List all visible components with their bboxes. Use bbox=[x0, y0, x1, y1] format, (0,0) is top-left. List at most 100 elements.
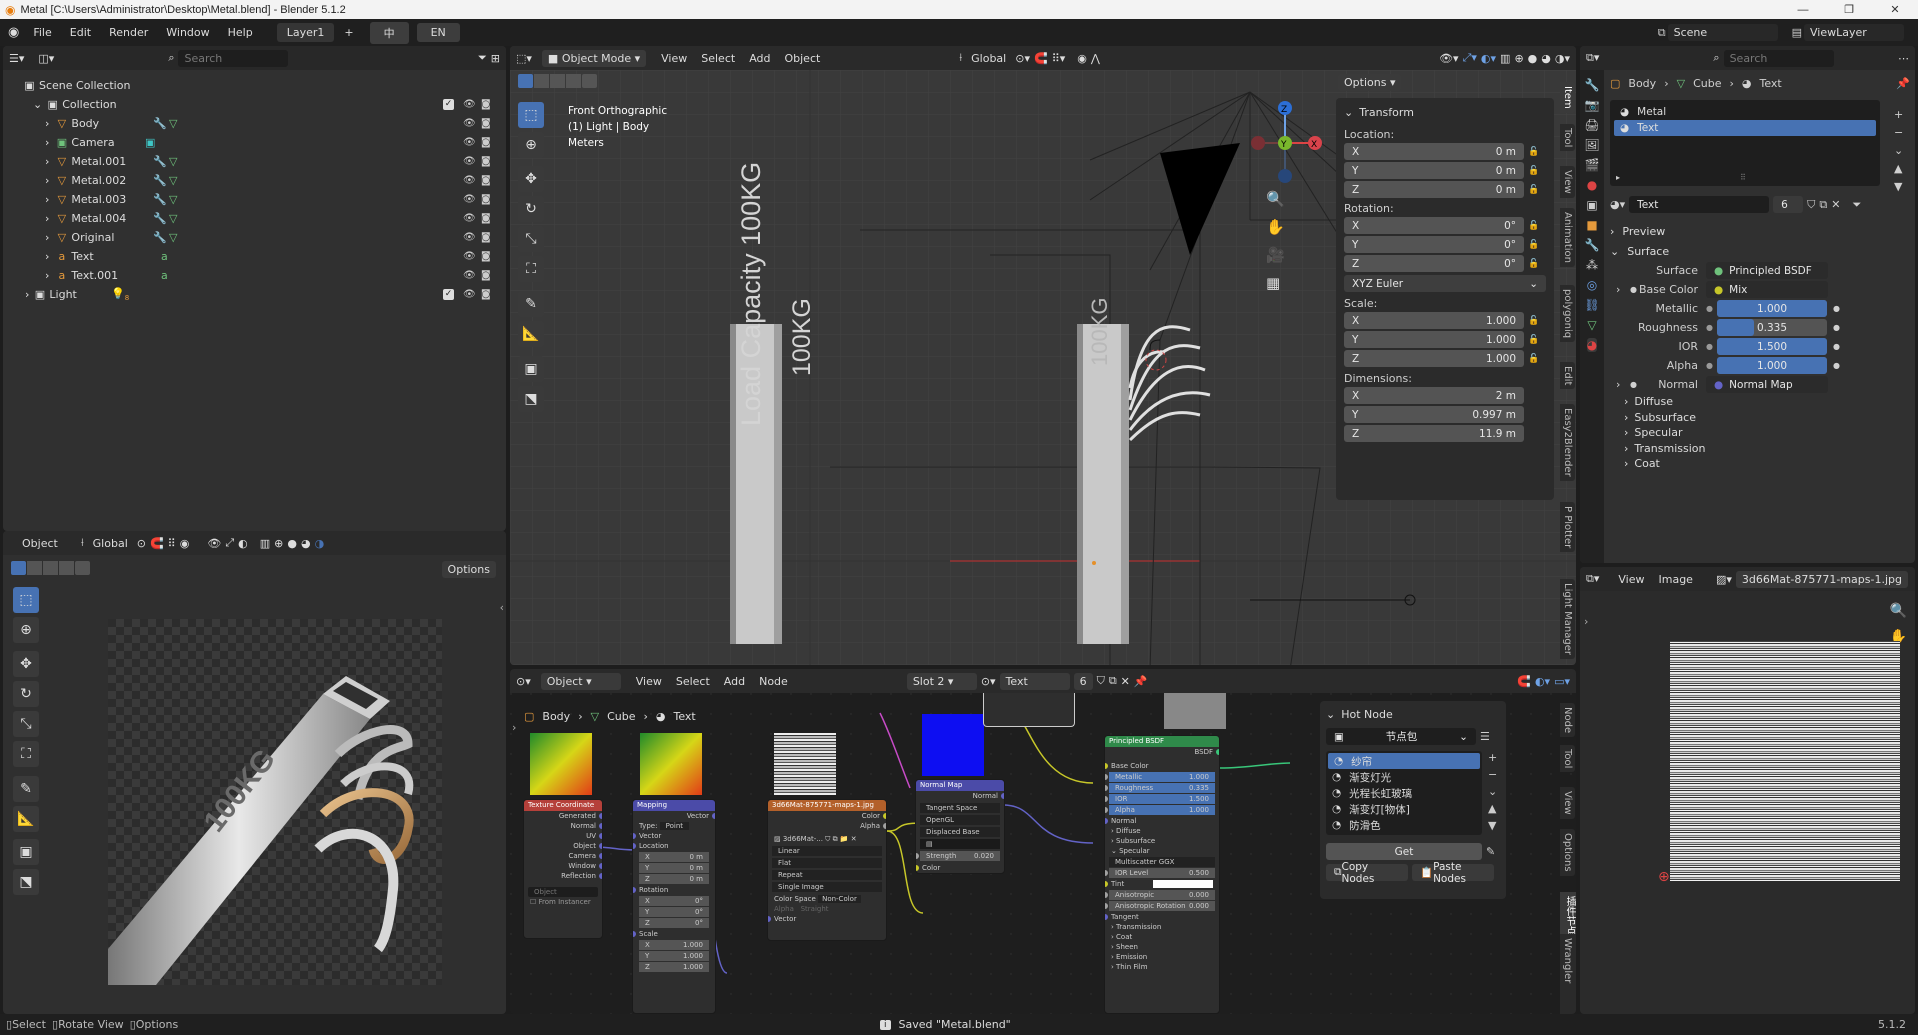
lock-icon[interactable]: 🔓 bbox=[1528, 166, 1539, 176]
menu-edit[interactable]: Edit bbox=[62, 23, 99, 42]
output-tab-icon[interactable]: 🖨 bbox=[1584, 118, 1599, 132]
render-icon[interactable]: ◙ bbox=[481, 289, 491, 300]
bsdf-roughness-field[interactable]: Roughness 0.335 bbox=[1105, 783, 1215, 793]
navigation-gizmo[interactable]: Z X Y bbox=[1230, 98, 1340, 198]
expand-icon[interactable]: › bbox=[25, 288, 29, 301]
visibility-icon[interactable]: 👁 bbox=[463, 99, 476, 110]
outliner-search-input[interactable]: Search bbox=[178, 49, 289, 67]
displaced-base-dropdown[interactable]: Displaced Base bbox=[920, 827, 1000, 837]
xray-icon[interactable]: ▥ bbox=[1500, 52, 1510, 65]
sidebar-toggle-icon[interactable]: › bbox=[1584, 615, 1588, 628]
gizmo-icon[interactable]: ⤢ bbox=[225, 536, 234, 550]
visibility-icon[interactable]: 👁 bbox=[463, 232, 476, 243]
shader-node-editor[interactable]: ⊙▾ Object ▾ View Select Add Node Slot 2 … bbox=[510, 669, 1576, 1014]
outliner-light[interactable]: › ▣ Light 💡8 ✓ 👁 ◙ bbox=[3, 285, 506, 304]
visibility-icon[interactable]: 👁 bbox=[463, 251, 476, 262]
image-menu-image[interactable]: Image bbox=[1654, 571, 1698, 588]
preview-mode-menu[interactable]: Object bbox=[17, 535, 63, 552]
material-users-count[interactable]: 6 bbox=[1073, 672, 1093, 690]
orientation-dropdown[interactable]: Global bbox=[966, 50, 1011, 67]
image-file-field[interactable]: ▨ 3d66Mat-... ⛉ ⧉ 📁 ✕ bbox=[768, 834, 886, 844]
bsdf-metallic-field[interactable]: Metallic 1.000 bbox=[1105, 772, 1215, 782]
sidebar-tab-1[interactable]: Tool bbox=[1560, 124, 1575, 152]
render-icon[interactable]: ◙ bbox=[481, 270, 491, 281]
transform-header[interactable]: ⌄ Transform bbox=[1344, 102, 1546, 122]
properties-section-3[interactable]: › Transmission bbox=[1610, 441, 1910, 457]
metallic-slider[interactable]: 1.000 bbox=[1716, 300, 1827, 317]
image-browse-icon[interactable]: ▨▾ bbox=[1716, 573, 1732, 586]
node-sidebar-tab-3[interactable]: Options bbox=[1560, 829, 1575, 876]
close-button[interactable]: ✕ bbox=[1872, 3, 1918, 16]
properties-search-input[interactable]: Search bbox=[1723, 49, 1834, 67]
roughness-slider[interactable]: 0.335 bbox=[1716, 319, 1827, 336]
select-box-tool[interactable]: ⬚ bbox=[518, 102, 544, 128]
sidebar-toggle-icon[interactable]: › bbox=[512, 721, 516, 734]
view-layer-tab-icon[interactable]: 🖼 bbox=[1584, 138, 1599, 152]
options-icon[interactable]: ⋯ bbox=[1898, 52, 1909, 65]
material-name-field[interactable]: Text bbox=[1629, 196, 1770, 213]
render-preview-viewport[interactable]: Object ⟊ Global ⊙ 🧲 ⠿ ◉ 👁 ⤢ ◐ ▥ ⊕ ● ◕ ◑ … bbox=[3, 531, 506, 1014]
paste-nodes-button[interactable]: 📋 Paste Nodes bbox=[1412, 861, 1494, 885]
proportional-icon[interactable]: ◉ bbox=[180, 537, 190, 550]
visibility-icon[interactable]: 👁 bbox=[463, 175, 476, 186]
properties-section-4[interactable]: › Coat bbox=[1610, 456, 1910, 472]
image-name-field[interactable]: 3d66Mat-875771-maps-1.jpg bbox=[1735, 570, 1908, 588]
visibility-icon[interactable]: 👁 bbox=[463, 213, 476, 224]
pivot-icon[interactable]: ⊙▾ bbox=[1015, 52, 1030, 65]
visibility-icon[interactable]: 👁 bbox=[463, 156, 476, 167]
menu-help[interactable]: Help bbox=[220, 23, 261, 42]
viewport-menu-object[interactable]: Object bbox=[779, 50, 825, 67]
render-icon[interactable]: ◙ bbox=[481, 99, 491, 110]
tool-tab-icon[interactable]: 🔧 bbox=[1585, 78, 1600, 92]
outliner-item[interactable]: › a Text.001 a 👁 ◙ bbox=[3, 266, 506, 285]
render-icon[interactable]: ◙ bbox=[481, 232, 491, 243]
visibility-icon[interactable]: 👁 bbox=[207, 537, 221, 550]
uv-map-field[interactable]: ▤ bbox=[920, 839, 1000, 849]
material-name-field[interactable]: Text bbox=[999, 672, 1070, 690]
snap-icon[interactable]: 🧲 bbox=[150, 537, 164, 550]
render-icon[interactable]: ◙ bbox=[481, 156, 491, 167]
slot-menu-icon[interactable]: ⌄ bbox=[1894, 144, 1903, 157]
pin-icon[interactable]: 📌 bbox=[1896, 77, 1910, 90]
measure-tool[interactable]: 📐 bbox=[518, 321, 544, 347]
backdrop-icon[interactable]: ▭▾ bbox=[1554, 675, 1570, 688]
lock-icon[interactable]: 🔓 bbox=[1528, 221, 1539, 231]
image-texture-node[interactable]: 3d66Mat-875771-maps-1.jpg Color Alpha ▨ … bbox=[767, 799, 887, 941]
node-menu-view[interactable]: View bbox=[631, 673, 667, 690]
shading-solid-icon[interactable]: ● bbox=[1528, 52, 1538, 65]
add-cube-tool[interactable]: ▣ bbox=[518, 356, 544, 382]
shading-wire-icon[interactable]: ⊕ bbox=[1514, 52, 1523, 65]
object-field[interactable]: Object bbox=[528, 887, 598, 897]
node-menu-select[interactable]: Select bbox=[671, 673, 715, 690]
expand-icon[interactable]: › bbox=[45, 174, 49, 187]
sidebar-tab-0[interactable]: Item bbox=[1560, 82, 1575, 113]
scene-tab-icon[interactable]: 🎬 bbox=[1585, 158, 1600, 172]
physics-tab-icon[interactable]: ◎ bbox=[1587, 278, 1597, 292]
rotation-mode-dropdown[interactable]: XYZ Euler ⌄ bbox=[1344, 275, 1546, 292]
lock-icon[interactable]: 🔓 bbox=[1528, 259, 1539, 269]
distribution-dropdown[interactable]: Multiscatter GGX bbox=[1109, 857, 1215, 867]
outliner-item[interactable]: › ▽ Original 🔧 ▽ 👁 ◙ bbox=[3, 228, 506, 247]
transform-tf-dim-z-field[interactable]: Z 11.9 m bbox=[1344, 425, 1524, 442]
shading-material-icon[interactable]: ◕ bbox=[301, 537, 311, 550]
strength-field[interactable]: Strength 0.020 bbox=[916, 851, 1000, 861]
material-browse-icon[interactable]: ⊙▾ bbox=[981, 675, 996, 688]
keyframe-dot-icon[interactable]: ● bbox=[1833, 304, 1840, 313]
add-cube-tool[interactable]: ▣ bbox=[13, 839, 39, 865]
render-icon[interactable]: ◙ bbox=[481, 175, 491, 186]
filter-icon[interactable]: ⏷ bbox=[478, 51, 487, 65]
shading-rendered-icon[interactable]: ◑ bbox=[315, 537, 325, 550]
menu-window[interactable]: Window bbox=[158, 23, 217, 42]
editor-type-icon[interactable]: ☰▾ bbox=[9, 52, 24, 65]
cursor-tool[interactable]: ⊕ bbox=[518, 132, 544, 158]
preview-orientation-menu[interactable]: Global bbox=[88, 535, 133, 552]
material-slot-list[interactable]: ◕ Metal ◕ Text ▸ ⠿ bbox=[1610, 100, 1880, 186]
new-collection-icon[interactable]: ⊞ bbox=[491, 52, 500, 65]
shader-type-dropdown[interactable]: Object ▾ bbox=[540, 672, 621, 690]
display-mode-icon[interactable]: ◫▾ bbox=[38, 52, 54, 65]
bsdf-alpha-field[interactable]: Alpha 1.000 bbox=[1105, 805, 1215, 815]
anisotropic-rotation-field[interactable]: Anisotropic Rotation 0.000 bbox=[1105, 901, 1215, 911]
unlink-material-icon[interactable]: ✕ bbox=[1121, 675, 1130, 688]
render-icon[interactable]: ◙ bbox=[481, 194, 491, 205]
surface-section[interactable]: ⌄ Surface bbox=[1610, 241, 1910, 261]
